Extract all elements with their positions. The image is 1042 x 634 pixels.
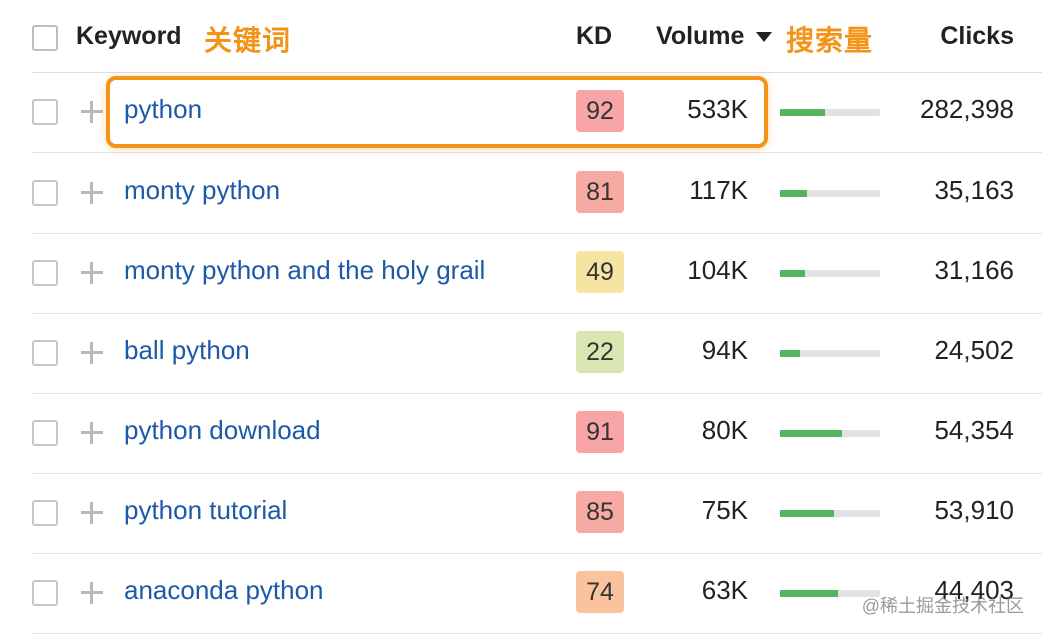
volume-bar-fill bbox=[780, 510, 834, 517]
row-checkbox[interactable] bbox=[32, 500, 58, 526]
volume-value: 94K bbox=[701, 335, 748, 365]
row-checkbox[interactable] bbox=[32, 99, 58, 125]
table-header: Keyword 关键词 KD Volume 搜索量 Clicks bbox=[32, 0, 1042, 73]
clicks-value: 24,502 bbox=[934, 335, 1014, 365]
add-keyword-icon[interactable] bbox=[78, 179, 106, 207]
row-checkbox[interactable] bbox=[32, 260, 58, 286]
table-row: python 92 533K 282,398 bbox=[32, 72, 1042, 153]
volume-annotation: 搜索量 bbox=[786, 25, 874, 56]
column-header-volume[interactable]: Volume bbox=[656, 22, 744, 51]
keyword-annotation: 关键词 bbox=[204, 25, 292, 56]
add-keyword-icon[interactable] bbox=[78, 579, 106, 607]
table-row: python tutorial 85 75K 53,910 bbox=[32, 473, 1042, 554]
clicks-value: 31,166 bbox=[934, 255, 1014, 285]
add-keyword-icon[interactable] bbox=[78, 499, 106, 527]
table-row: ball python 22 94K 24,502 bbox=[32, 313, 1042, 394]
keyword-link[interactable]: anaconda python bbox=[124, 575, 324, 606]
clicks-value: 53,910 bbox=[934, 495, 1014, 525]
kd-badge: 81 bbox=[576, 171, 624, 213]
column-header-keyword[interactable]: Keyword bbox=[76, 22, 182, 51]
kd-badge: 22 bbox=[576, 331, 624, 373]
clicks-value: 35,163 bbox=[934, 175, 1014, 205]
watermark-text: @稀土掘金技术社区 bbox=[861, 596, 1024, 616]
table-row: python download 91 80K 54,354 bbox=[32, 393, 1042, 474]
kd-badge: 91 bbox=[576, 411, 624, 453]
keyword-link[interactable]: monty python and the holy grail bbox=[124, 255, 485, 286]
clicks-value: 282,398 bbox=[920, 94, 1014, 124]
kd-badge: 74 bbox=[576, 571, 624, 613]
row-checkbox[interactable] bbox=[32, 580, 58, 606]
volume-value: 80K bbox=[701, 415, 748, 445]
volume-bar bbox=[780, 430, 880, 437]
volume-bar bbox=[780, 109, 880, 116]
volume-value: 117K bbox=[689, 175, 748, 205]
volume-bar bbox=[780, 510, 880, 517]
keyword-link[interactable]: python download bbox=[124, 415, 321, 446]
keyword-table: Keyword 关键词 KD Volume 搜索量 Clicks python … bbox=[0, 0, 1042, 634]
volume-bar-fill bbox=[780, 430, 842, 437]
column-header-clicks[interactable]: Clicks bbox=[940, 22, 1014, 51]
volume-value: 75K bbox=[701, 495, 748, 525]
clicks-value: 54,354 bbox=[934, 415, 1014, 445]
row-checkbox[interactable] bbox=[32, 420, 58, 446]
row-checkbox[interactable] bbox=[32, 340, 58, 366]
table-row: monty python and the holy grail 49 104K … bbox=[32, 233, 1042, 314]
volume-bar-fill bbox=[780, 190, 807, 197]
volume-bar-fill bbox=[780, 109, 825, 116]
keyword-link[interactable]: python bbox=[124, 94, 202, 125]
table-row: monty python 81 117K 35,163 bbox=[32, 153, 1042, 234]
volume-bar-fill bbox=[780, 590, 838, 597]
volume-bar bbox=[780, 270, 880, 277]
volume-bar-fill bbox=[780, 270, 805, 277]
add-keyword-icon[interactable] bbox=[78, 419, 106, 447]
select-all-checkbox[interactable] bbox=[32, 25, 58, 51]
kd-badge: 85 bbox=[576, 491, 624, 533]
keyword-link[interactable]: monty python bbox=[124, 175, 280, 206]
volume-value: 63K bbox=[701, 575, 748, 605]
add-keyword-icon[interactable] bbox=[78, 259, 106, 287]
add-keyword-icon[interactable] bbox=[78, 339, 106, 367]
volume-value: 533K bbox=[687, 94, 748, 124]
kd-badge: 92 bbox=[576, 90, 624, 132]
volume-bar-fill bbox=[780, 350, 800, 357]
volume-bar bbox=[780, 350, 880, 357]
row-checkbox[interactable] bbox=[32, 180, 58, 206]
column-header-kd[interactable]: KD bbox=[576, 22, 612, 51]
keyword-link[interactable]: ball python bbox=[124, 335, 250, 366]
keyword-link[interactable]: python tutorial bbox=[124, 495, 287, 526]
kd-badge: 49 bbox=[576, 251, 624, 293]
volume-bar bbox=[780, 190, 880, 197]
caret-down-icon[interactable] bbox=[756, 32, 772, 42]
add-keyword-icon[interactable] bbox=[78, 98, 106, 126]
volume-value: 104K bbox=[687, 255, 748, 285]
